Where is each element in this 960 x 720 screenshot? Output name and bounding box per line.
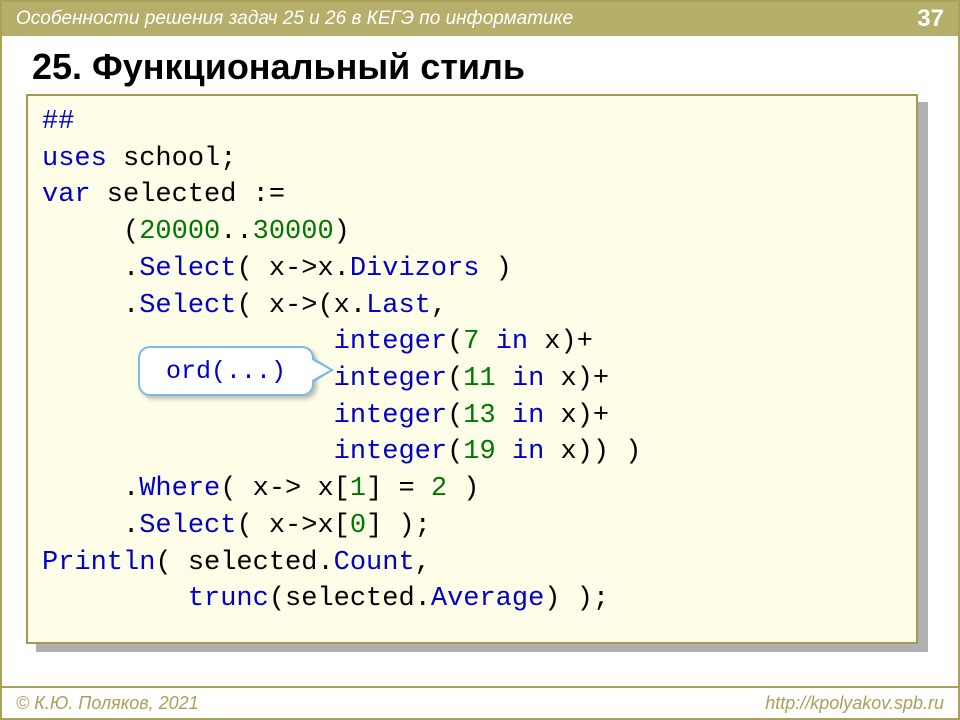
code-text — [42, 401, 334, 431]
code-keyword: uses — [42, 144, 107, 174]
code-text: (selected. — [269, 584, 431, 614]
code-text: ( — [447, 364, 463, 394]
code-text: . — [42, 254, 139, 284]
code-text: , — [431, 291, 447, 321]
code-text: , — [415, 548, 431, 578]
code-text: school; — [107, 144, 237, 174]
code-text: ] = — [366, 474, 431, 504]
header-bar: Особенности решения задач 25 и 26 в КЕГЭ… — [2, 2, 958, 36]
code-number: 2 — [431, 474, 447, 504]
code-method: Select — [139, 291, 236, 321]
code-func: trunc — [188, 584, 269, 614]
header-subject: Особенности решения задач 25 и 26 в КЕГЭ… — [16, 8, 573, 30]
code-text: ) — [479, 254, 511, 284]
footer-bar: © К.Ю. Поляков, 2021 http://kpolyakov.sp… — [2, 686, 958, 718]
page-number: 37 — [917, 5, 944, 33]
code-text: ( — [447, 327, 463, 357]
code-number: 30000 — [253, 217, 334, 247]
code-number: 11 — [463, 364, 495, 394]
code-keyword: var — [42, 180, 91, 210]
code-text: ( — [447, 401, 463, 431]
code-text — [496, 437, 512, 467]
code-text: selected := — [91, 180, 285, 210]
code-method: Where — [139, 474, 220, 504]
code-number: 13 — [463, 401, 495, 431]
code-text: ( x->x[ — [236, 511, 349, 541]
code-keyword: in — [512, 364, 544, 394]
code-method: Average — [431, 584, 544, 614]
code-type: integer — [334, 437, 447, 467]
code-keyword: in — [512, 437, 544, 467]
code-method: Divizors — [350, 254, 480, 284]
slide-title: 25. Функциональный стиль — [32, 46, 525, 88]
code-method: Count — [334, 548, 415, 578]
code-keyword: in — [512, 401, 544, 431]
code-number: 20000 — [139, 217, 220, 247]
code-text — [42, 437, 334, 467]
code-text: ) — [334, 217, 350, 247]
code-method: Last — [366, 291, 431, 321]
code-text: . — [42, 474, 139, 504]
footer-copyright: © К.Ю. Поляков, 2021 — [16, 693, 199, 714]
footer-url: http://kpolyakov.spb.ru — [765, 693, 944, 714]
code-type: integer — [334, 327, 447, 357]
code-text: . — [42, 511, 139, 541]
code-type: integer — [334, 401, 447, 431]
callout-bubble: ord(...) — [138, 346, 314, 396]
code-text — [479, 327, 495, 357]
code-number: 7 — [463, 327, 479, 357]
code-text — [42, 584, 188, 614]
code-token: ## — [42, 107, 74, 137]
code-text — [496, 401, 512, 431]
code-text: ( selected. — [155, 548, 333, 578]
code-method: Select — [139, 254, 236, 284]
code-method: Select — [139, 511, 236, 541]
code-text: ( — [447, 437, 463, 467]
slide: Особенности решения задач 25 и 26 в КЕГЭ… — [0, 0, 960, 720]
code-number: 0 — [350, 511, 366, 541]
code-text: x)) ) — [544, 437, 641, 467]
code-func: Println — [42, 548, 155, 578]
code-text: ( x->(x. — [236, 291, 366, 321]
code-text: ( — [42, 217, 139, 247]
code-text — [496, 364, 512, 394]
code-text: ] ); — [366, 511, 431, 541]
code-text: ( x-> x[ — [220, 474, 350, 504]
code-text: x)+ — [528, 327, 593, 357]
code-text: ) — [447, 474, 479, 504]
code-text: .. — [220, 217, 252, 247]
code-text: ( x->x. — [236, 254, 349, 284]
code-text: ) ); — [544, 584, 609, 614]
code-text: x)+ — [544, 364, 609, 394]
code-type: integer — [334, 364, 447, 394]
code-number: 19 — [463, 437, 495, 467]
code-keyword: in — [496, 327, 528, 357]
code-number: 1 — [350, 474, 366, 504]
code-text: x)+ — [544, 401, 609, 431]
code-text: . — [42, 291, 139, 321]
